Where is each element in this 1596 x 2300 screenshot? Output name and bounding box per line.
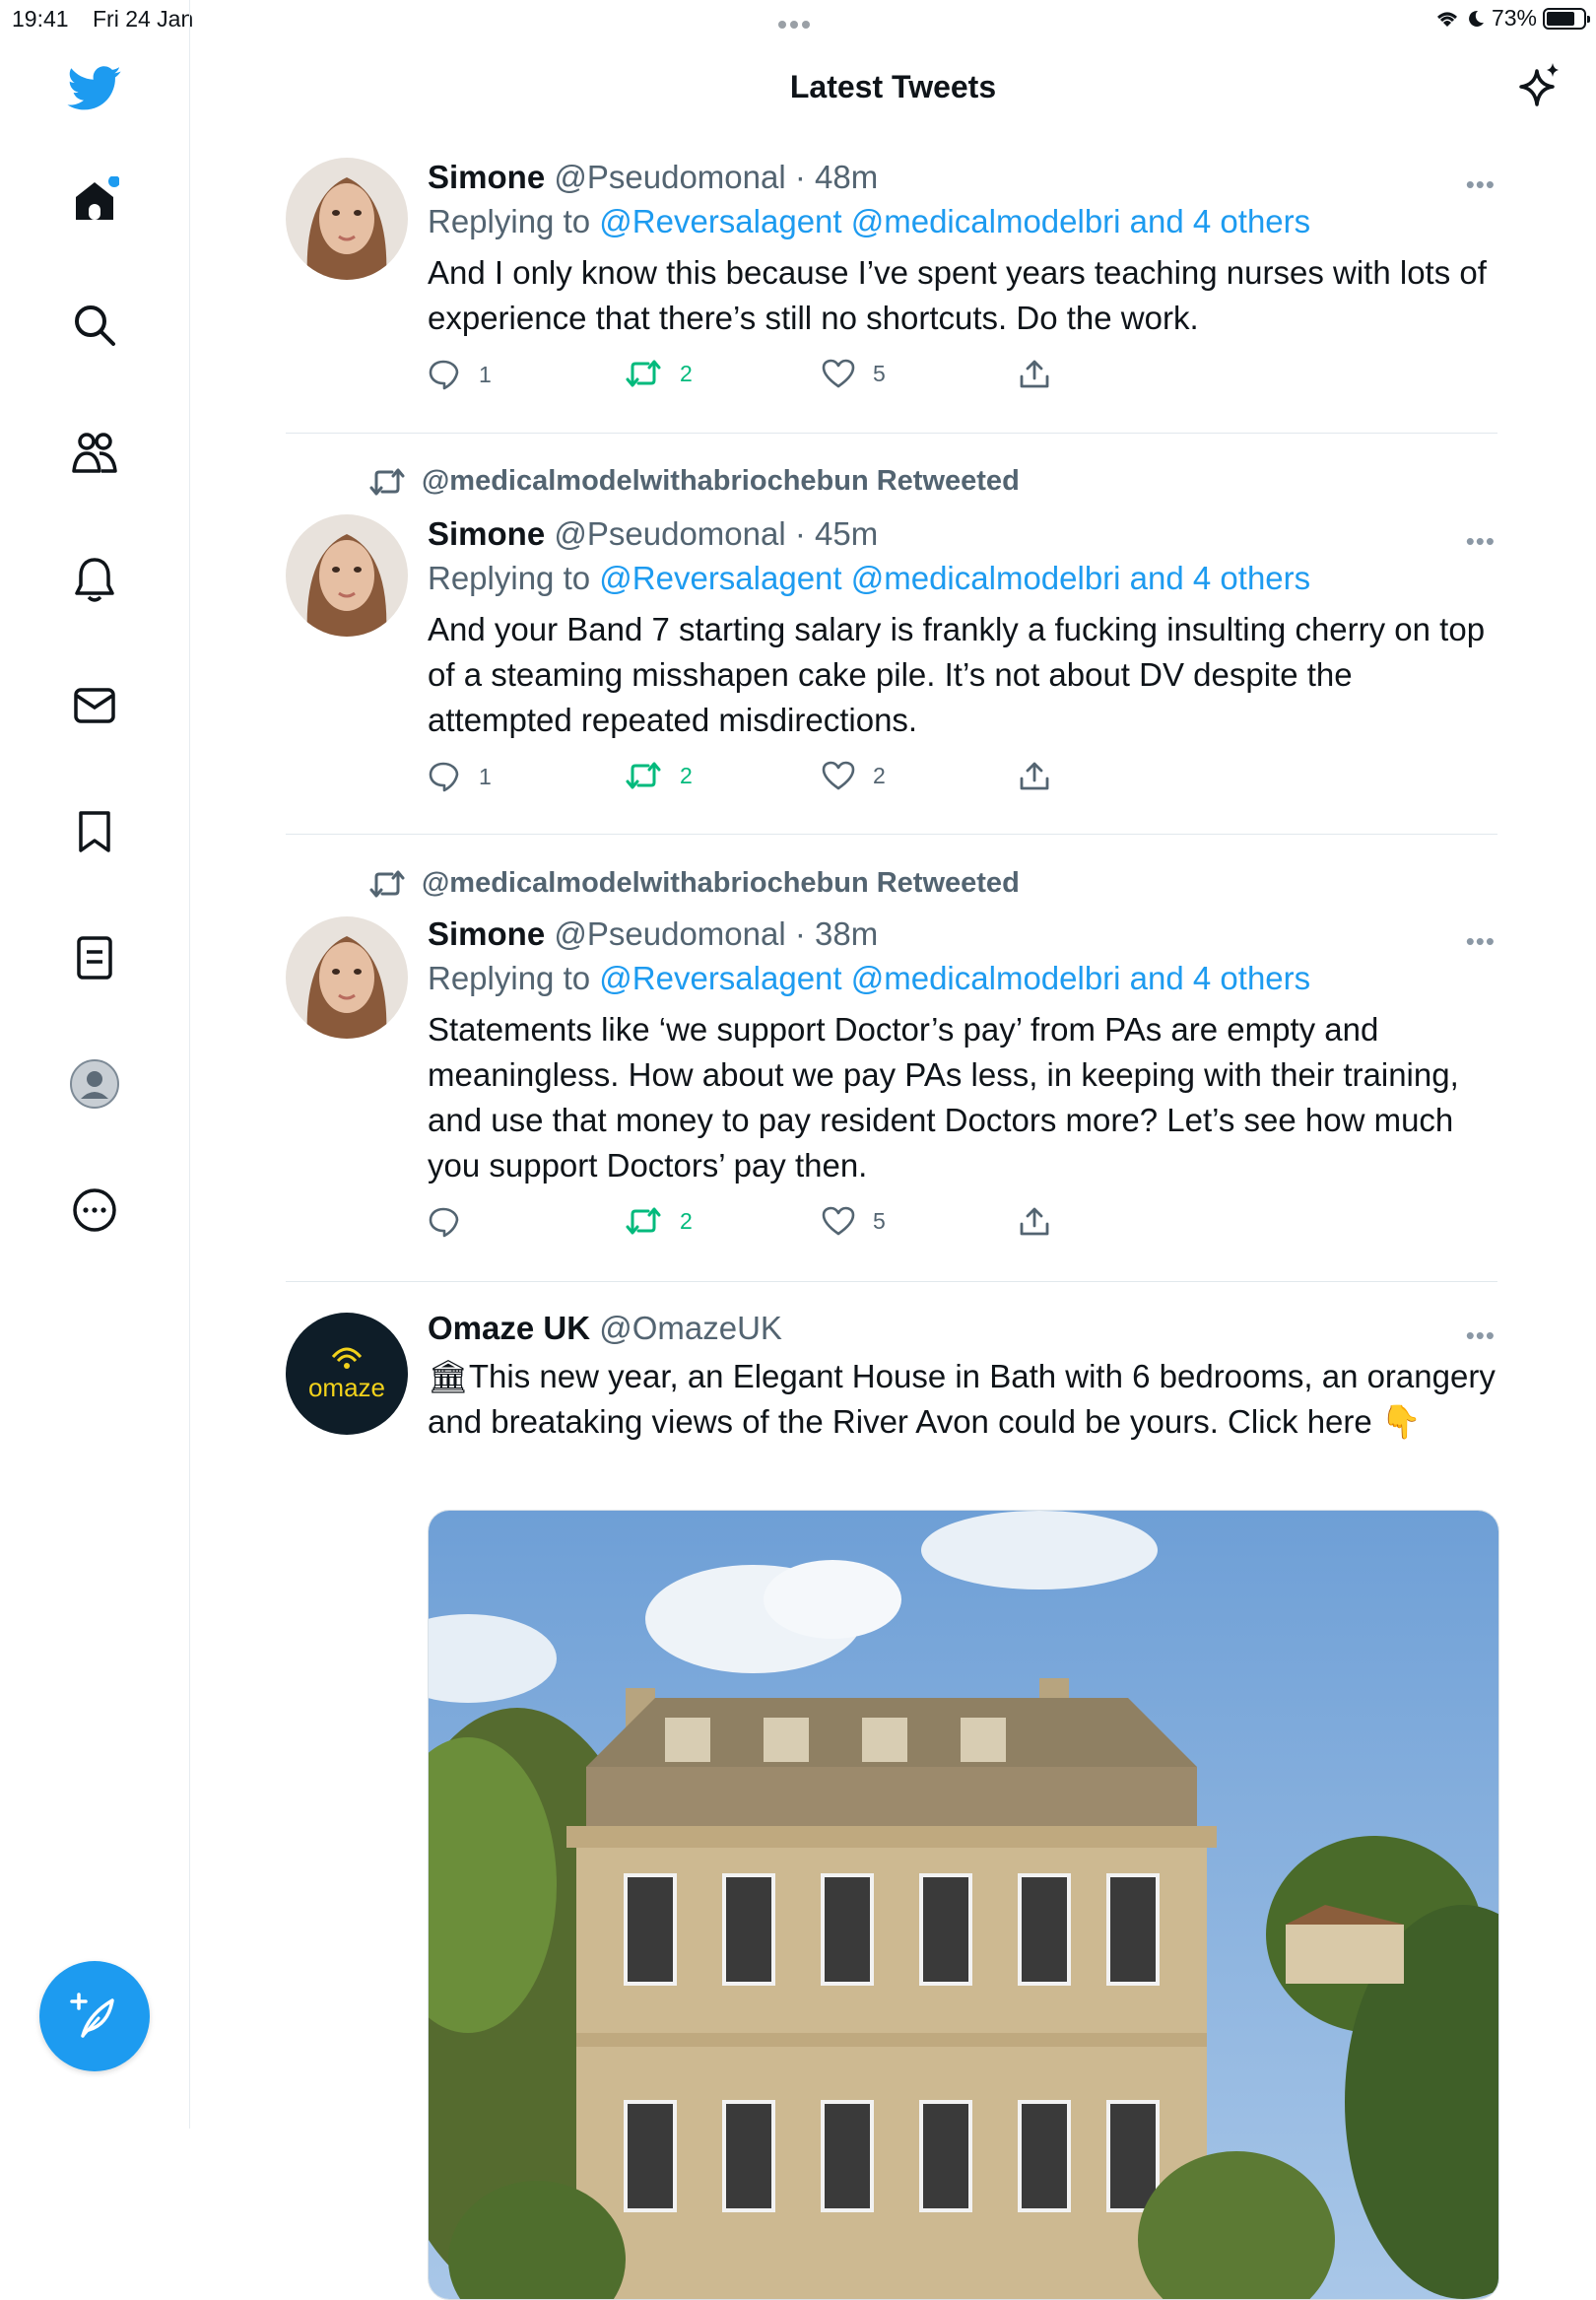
reply-button[interactable]: 1: [428, 761, 492, 792]
messages-icon[interactable]: [67, 678, 122, 733]
author-handle[interactable]: @Pseudomonal: [554, 515, 785, 552]
sidebar-nav: [0, 0, 190, 2129]
search-icon[interactable]: [67, 298, 122, 353]
tweet-text: Statements like ‘we support Doctor’s pay…: [428, 1011, 1459, 1184]
avatar[interactable]: [286, 158, 408, 280]
share-button[interactable]: [1019, 359, 1050, 390]
more-options-icon[interactable]: •••: [1466, 169, 1496, 200]
tweet-time: · 38m: [794, 915, 879, 952]
author-handle[interactable]: @OmazeUK: [599, 1310, 782, 1346]
wifi-icon: [1436, 12, 1457, 27]
communities-icon[interactable]: [67, 426, 122, 481]
share-icon: [1020, 1207, 1049, 1236]
tweet-text: And your Band 7 starting salary is frank…: [428, 611, 1486, 738]
retweet-button[interactable]: 2: [625, 359, 693, 388]
battery-icon: [1543, 7, 1590, 30]
notifications-icon[interactable]: [67, 552, 122, 607]
twitter-logo-icon[interactable]: [67, 61, 122, 116]
replying-to-link[interactable]: @Reversalagent @medicalmodelbri and 4 ot…: [599, 960, 1310, 996]
avatar[interactable]: [286, 916, 408, 1039]
retweet-indicator-icon: [369, 870, 405, 897]
author-name[interactable]: Simone: [428, 515, 545, 552]
do-not-disturb-moon-icon: [1469, 10, 1484, 27]
like-count: 5: [873, 1207, 886, 1234]
retweet-icon: [626, 762, 661, 789]
retweet-indicator-icon: [369, 468, 405, 495]
omaze-logo-icon: [331, 1347, 363, 1369]
heart-icon: [822, 359, 855, 388]
avatar[interactable]: omaze: [286, 1313, 408, 1435]
retweeted-by[interactable]: @medicalmodelwithabriochebun Retweeted: [368, 465, 1020, 498]
author-handle[interactable]: @Pseudomonal: [554, 159, 785, 195]
reply-count: 1: [479, 763, 492, 789]
more-icon[interactable]: [67, 1183, 122, 1238]
like-button[interactable]: 2: [822, 761, 886, 790]
tweet-time: · 45m: [794, 515, 879, 552]
retweeted-by-label: @medicalmodelwithabriochebun Retweeted: [422, 867, 1020, 899]
replying-label: Replying to: [428, 560, 591, 596]
heart-icon: [822, 1206, 855, 1236]
author-name[interactable]: Simone: [428, 915, 545, 952]
more-options-icon[interactable]: •••: [1466, 526, 1496, 557]
sparkle-icon[interactable]: [1517, 61, 1563, 113]
tweet-media-image[interactable]: [428, 1510, 1499, 2300]
tweet-time: · 48m: [794, 159, 879, 195]
replying-label: Replying to: [428, 203, 591, 239]
home-icon[interactable]: [67, 173, 122, 229]
avatar-logo-text: omaze: [307, 1372, 386, 1402]
more-options-icon[interactable]: •••: [1466, 1320, 1496, 1351]
tweet-text: 🏛This new year, an Elegant House in Bath…: [428, 1358, 1496, 1440]
share-icon: [1020, 360, 1049, 388]
profile-icon[interactable]: [67, 1056, 122, 1112]
reply-button[interactable]: [428, 1206, 479, 1238]
retweet-count: 2: [680, 1207, 693, 1234]
reply-button[interactable]: 1: [428, 359, 492, 390]
retweet-button[interactable]: 2: [625, 1206, 693, 1236]
like-count: 2: [873, 762, 886, 788]
battery-percentage: 73%: [1491, 5, 1537, 31]
author-name[interactable]: Simone: [428, 159, 545, 195]
avatar[interactable]: [286, 514, 408, 637]
reply-icon: [429, 1207, 459, 1238]
status-bar: 19:41 Fri 24 Jan 73%: [0, 0, 1596, 39]
retweet-icon: [626, 360, 661, 387]
share-icon: [1020, 762, 1049, 790]
replying-label: Replying to: [428, 960, 591, 996]
tweet-divider: [286, 433, 1497, 434]
replying-to-link[interactable]: @Reversalagent @medicalmodelbri and 4 ot…: [599, 203, 1310, 239]
heart-icon: [822, 761, 855, 790]
author-name[interactable]: Omaze UK: [428, 1310, 590, 1346]
timeline-header: Latest Tweets: [190, 39, 1596, 138]
compose-tweet-icon: [70, 1993, 114, 2038]
retweet-icon: [626, 1207, 661, 1235]
reply-icon: [429, 360, 459, 390]
bookmarks-icon[interactable]: [67, 804, 122, 859]
like-button[interactable]: 5: [822, 1206, 886, 1236]
tweet-text: And I only know this because I’ve spent …: [428, 254, 1487, 336]
like-count: 5: [873, 360, 886, 386]
replying-to-link[interactable]: @Reversalagent @medicalmodelbri and 4 ot…: [599, 560, 1310, 596]
tweet-actions: 2 5: [428, 1206, 1497, 1246]
retweeted-by-label: @medicalmodelwithabriochebun Retweeted: [422, 465, 1020, 497]
tweet-divider: [286, 1281, 1497, 1282]
like-button[interactable]: 5: [822, 359, 886, 388]
retweet-button[interactable]: 2: [625, 761, 693, 790]
compose-tweet-button[interactable]: [39, 1961, 150, 2071]
retweet-count: 2: [680, 360, 693, 386]
lists-icon[interactable]: [67, 930, 122, 985]
retweeted-by[interactable]: @medicalmodelwithabriochebun Retweeted: [368, 867, 1020, 900]
share-button[interactable]: [1019, 761, 1050, 792]
reply-icon: [429, 762, 459, 792]
tweet-actions: 1 2 5: [428, 359, 1497, 398]
reply-count: 1: [479, 361, 492, 387]
tweet-actions: 1 2 2: [428, 761, 1497, 800]
tweet-divider: [286, 834, 1497, 835]
page-title: Latest Tweets: [789, 69, 997, 104]
share-button[interactable]: [1019, 1206, 1050, 1238]
author-handle[interactable]: @Pseudomonal: [554, 915, 785, 952]
more-options-icon[interactable]: •••: [1466, 926, 1496, 957]
multitasking-dots-icon[interactable]: [776, 8, 812, 34]
retweet-count: 2: [680, 762, 693, 788]
